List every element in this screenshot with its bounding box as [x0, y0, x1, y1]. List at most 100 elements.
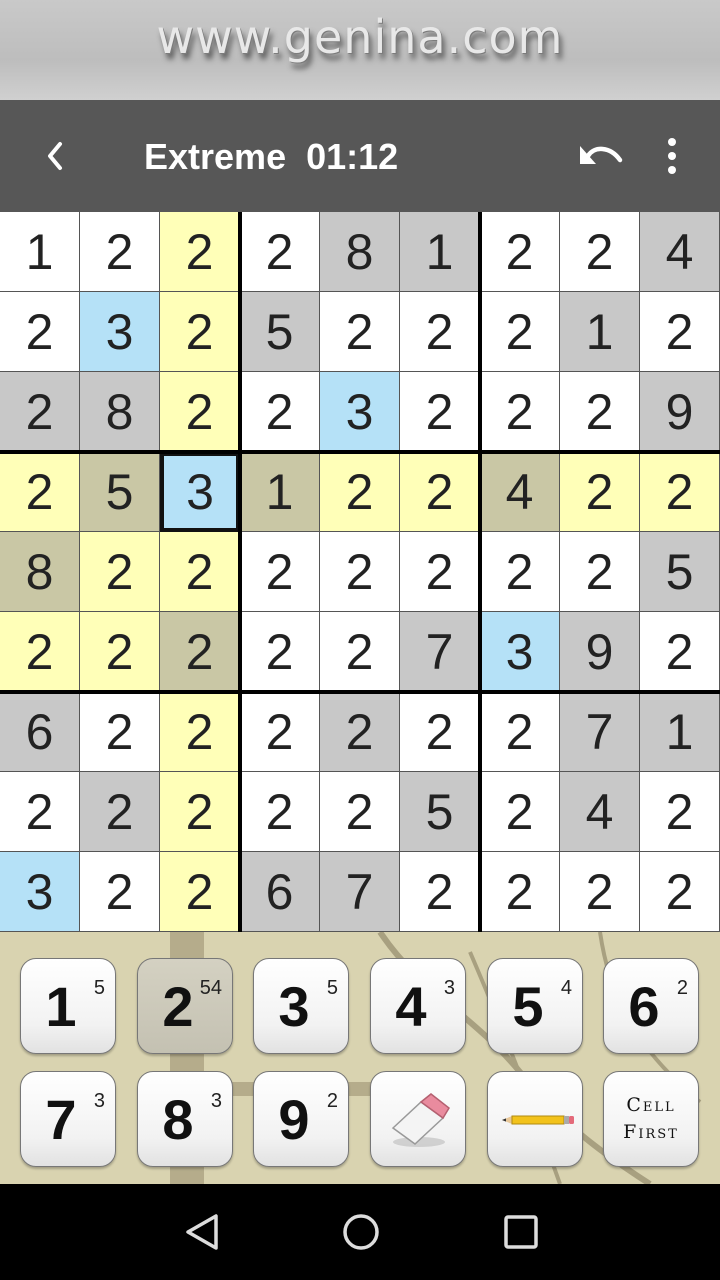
grid-cell-r4-c5[interactable]: 2	[320, 452, 400, 532]
grid-cell-r9-c6[interactable]: 2	[400, 852, 480, 932]
grid-cell-r3-c9[interactable]: 9	[640, 372, 720, 452]
grid-cell-r3-c3[interactable]: 2	[160, 372, 240, 452]
grid-cell-r8-c9[interactable]: 2	[640, 772, 720, 852]
grid-cell-r9-c2[interactable]: 2	[80, 852, 160, 932]
digit-key-1[interactable]: 15	[20, 958, 116, 1054]
grid-cell-r4-c7[interactable]: 4	[480, 452, 560, 532]
grid-cell-r8-c6[interactable]: 5	[400, 772, 480, 852]
grid-cell-r7-c2[interactable]: 2	[80, 692, 160, 772]
grid-cell-r1-c5[interactable]: 8	[320, 212, 400, 292]
digit-key-7[interactable]: 73	[20, 1071, 116, 1167]
grid-cell-r2-c5[interactable]: 2	[320, 292, 400, 372]
nav-home-button[interactable]	[339, 1212, 383, 1252]
grid-cell-r2-c7[interactable]: 2	[480, 292, 560, 372]
grid-cell-r7-c1[interactable]: 6	[0, 692, 80, 772]
grid-cell-r9-c8[interactable]: 2	[560, 852, 640, 932]
grid-cell-r4-c4[interactable]: 1	[240, 452, 320, 532]
digit-key-3[interactable]: 35	[253, 958, 349, 1054]
grid-cell-r1-c4[interactable]: 2	[240, 212, 320, 292]
grid-cell-r6-c4[interactable]: 2	[240, 612, 320, 692]
grid-cell-r6-c8[interactable]: 9	[560, 612, 640, 692]
grid-cell-r5-c6[interactable]: 2	[400, 532, 480, 612]
grid-cell-r3-c1[interactable]: 2	[0, 372, 80, 452]
grid-cell-r8-c3[interactable]: 2	[160, 772, 240, 852]
grid-cell-r5-c9[interactable]: 5	[640, 532, 720, 612]
grid-cell-r4-c3[interactable]: 3	[160, 452, 240, 532]
grid-cell-r9-c9[interactable]: 2	[640, 852, 720, 932]
digit-key-5[interactable]: 54	[487, 958, 583, 1054]
grid-cell-r2-c9[interactable]: 2	[640, 292, 720, 372]
grid-cell-r5-c3[interactable]: 2	[160, 532, 240, 612]
grid-cell-r5-c8[interactable]: 2	[560, 532, 640, 612]
grid-cell-r3-c8[interactable]: 2	[560, 372, 640, 452]
grid-cell-r1-c6[interactable]: 1	[400, 212, 480, 292]
grid-cell-r4-c6[interactable]: 2	[400, 452, 480, 532]
grid-cell-r6-c7[interactable]: 3	[480, 612, 560, 692]
grid-cell-r3-c2[interactable]: 8	[80, 372, 160, 452]
grid-cell-r6-c9[interactable]: 2	[640, 612, 720, 692]
grid-cell-r3-c4[interactable]: 2	[240, 372, 320, 452]
undo-button[interactable]	[576, 134, 624, 178]
grid-cell-r6-c1[interactable]: 2	[0, 612, 80, 692]
more-options-button[interactable]	[652, 134, 692, 178]
grid-cell-r3-c5[interactable]: 3	[320, 372, 400, 452]
grid-cell-r1-c9[interactable]: 4	[640, 212, 720, 292]
grid-cell-r9-c1[interactable]: 3	[0, 852, 80, 932]
cell-first-button[interactable]: Cell First	[603, 1071, 699, 1167]
eraser-button[interactable]	[370, 1071, 466, 1167]
nav-recents-button[interactable]	[499, 1212, 543, 1252]
grid-cell-r9-c7[interactable]: 2	[480, 852, 560, 932]
digit-key-9[interactable]: 92	[253, 1071, 349, 1167]
pencil-notes-button[interactable]	[487, 1071, 583, 1167]
grid-cell-r5-c2[interactable]: 2	[80, 532, 160, 612]
grid-cell-r6-c2[interactable]: 2	[80, 612, 160, 692]
grid-cell-r4-c2[interactable]: 5	[80, 452, 160, 532]
grid-cell-r7-c8[interactable]: 7	[560, 692, 640, 772]
grid-cell-r1-c2[interactable]: 2	[80, 212, 160, 292]
grid-cell-r1-c8[interactable]: 2	[560, 212, 640, 292]
grid-cell-r2-c8[interactable]: 1	[560, 292, 640, 372]
grid-cell-r7-c6[interactable]: 2	[400, 692, 480, 772]
grid-cell-r6-c3[interactable]: 2	[160, 612, 240, 692]
digit-key-6[interactable]: 62	[603, 958, 699, 1054]
digit-key-2[interactable]: 2 54	[137, 958, 233, 1054]
grid-cell-r2-c3[interactable]: 2	[160, 292, 240, 372]
grid-cell-r5-c4[interactable]: 2	[240, 532, 320, 612]
grid-cell-r2-c6[interactable]: 2	[400, 292, 480, 372]
digit-key-8[interactable]: 83	[137, 1071, 233, 1167]
grid-cell-r2-c4[interactable]: 5	[240, 292, 320, 372]
grid-cell-r8-c5[interactable]: 2	[320, 772, 400, 852]
nav-back-button[interactable]	[180, 1212, 224, 1252]
grid-cell-r4-c9[interactable]: 2	[640, 452, 720, 532]
grid-cell-r4-c8[interactable]: 2	[560, 452, 640, 532]
grid-cell-r9-c3[interactable]: 2	[160, 852, 240, 932]
grid-cell-r7-c9[interactable]: 1	[640, 692, 720, 772]
grid-cell-r1-c1[interactable]: 1	[0, 212, 80, 292]
grid-cell-r5-c7[interactable]: 2	[480, 532, 560, 612]
grid-cell-r8-c4[interactable]: 2	[240, 772, 320, 852]
back-button[interactable]	[36, 134, 76, 178]
grid-cell-r8-c8[interactable]: 4	[560, 772, 640, 852]
grid-cell-r2-c2[interactable]: 3	[80, 292, 160, 372]
grid-cell-r5-c1[interactable]: 8	[0, 532, 80, 612]
ad-banner[interactable]: www.genina.com	[0, 0, 720, 100]
grid-cell-r3-c6[interactable]: 2	[400, 372, 480, 452]
grid-cell-r7-c4[interactable]: 2	[240, 692, 320, 772]
grid-cell-r6-c5[interactable]: 2	[320, 612, 400, 692]
grid-cell-r1-c3[interactable]: 2	[160, 212, 240, 292]
grid-cell-r2-c1[interactable]: 2	[0, 292, 80, 372]
grid-cell-r7-c3[interactable]: 2	[160, 692, 240, 772]
grid-cell-r7-c5[interactable]: 2	[320, 692, 400, 772]
grid-cell-r8-c7[interactable]: 2	[480, 772, 560, 852]
grid-cell-r3-c7[interactable]: 2	[480, 372, 560, 452]
digit-key-4[interactable]: 43	[370, 958, 466, 1054]
grid-cell-r9-c4[interactable]: 6	[240, 852, 320, 932]
grid-cell-r8-c1[interactable]: 2	[0, 772, 80, 852]
grid-cell-r9-c5[interactable]: 7	[320, 852, 400, 932]
grid-cell-r4-c1[interactable]: 2	[0, 452, 80, 532]
grid-cell-r5-c5[interactable]: 2	[320, 532, 400, 612]
grid-cell-r7-c7[interactable]: 2	[480, 692, 560, 772]
grid-cell-r6-c6[interactable]: 7	[400, 612, 480, 692]
grid-cell-r8-c2[interactable]: 2	[80, 772, 160, 852]
grid-cell-r1-c7[interactable]: 2	[480, 212, 560, 292]
